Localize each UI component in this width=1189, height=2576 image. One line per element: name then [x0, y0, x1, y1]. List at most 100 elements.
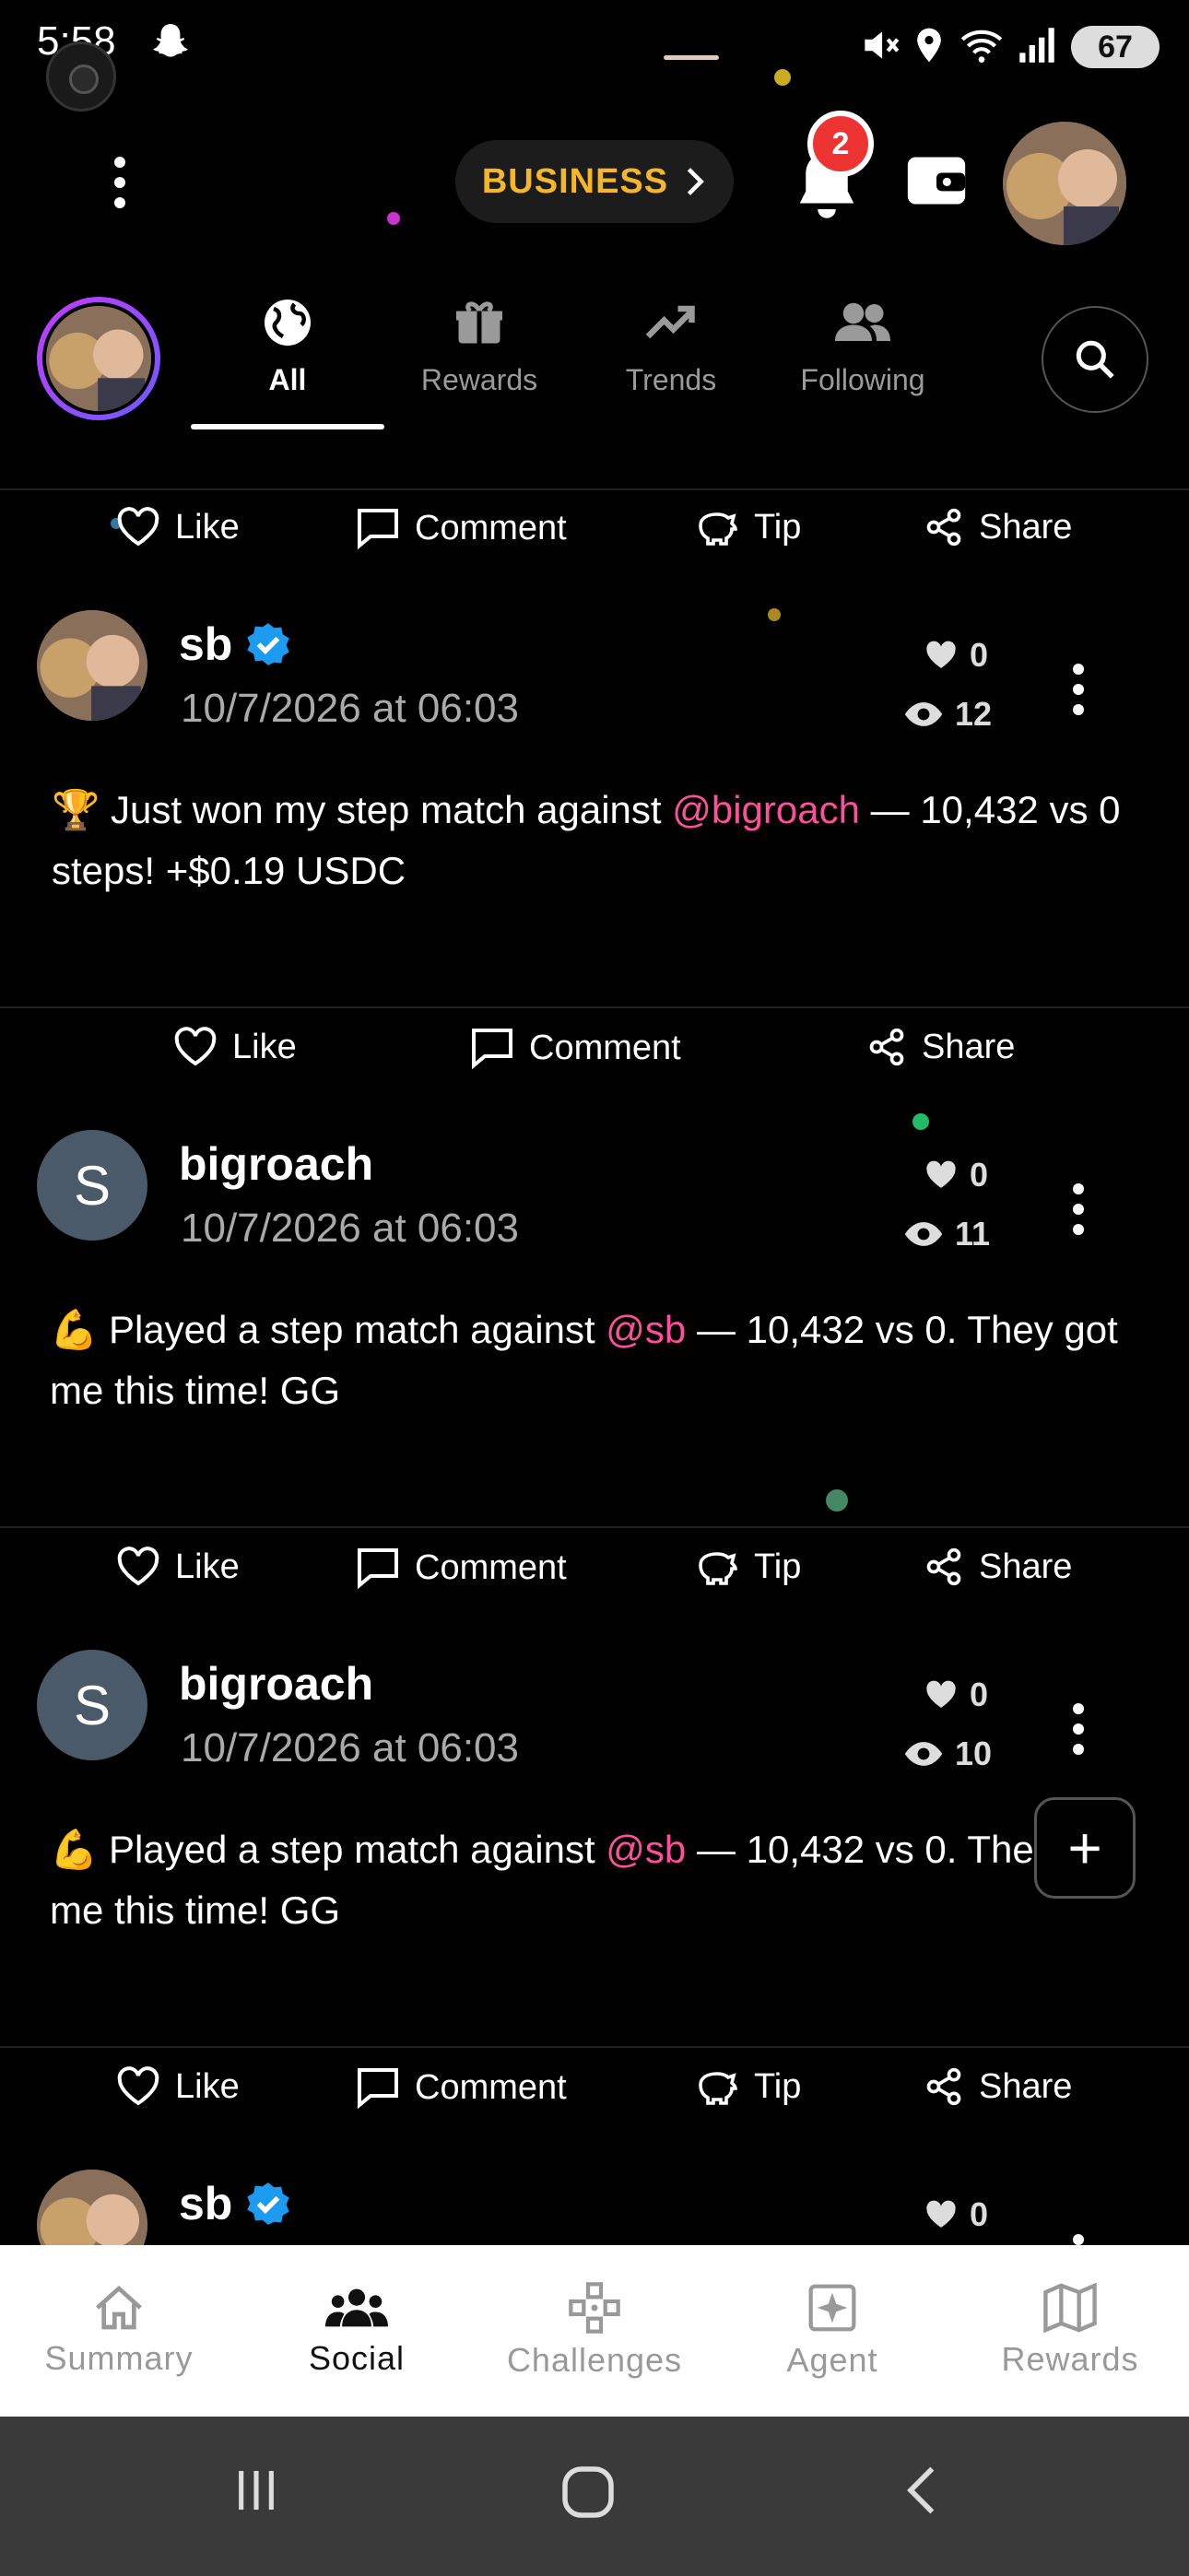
share-button[interactable]: Share [924, 1547, 1072, 1587]
comment-button[interactable]: Comment [356, 2066, 567, 2109]
home-icon [96, 2285, 142, 2330]
mute-icon [857, 22, 903, 68]
post-card[interactable]: sb 0 [0, 2158, 1189, 2245]
post-text: Just won my step match against [100, 788, 673, 831]
like-button[interactable]: Like [116, 1547, 240, 1587]
tip-button[interactable]: Tip [695, 1547, 801, 1587]
piggy-bank-icon [699, 2072, 737, 2105]
globe-icon [265, 300, 311, 346]
story-avatar[interactable] [37, 297, 160, 420]
tip-button[interactable]: Tip [695, 507, 801, 547]
share-button[interactable]: Share [866, 1027, 1015, 1067]
like-label: Like [232, 1027, 297, 1066]
post-menu-button[interactable] [1069, 1183, 1088, 1244]
like-count: 0 [924, 1676, 988, 1714]
post-menu-button[interactable] [1069, 1703, 1088, 1764]
post-card[interactable]: sb 10/7/2026 at 06:03 0 12 🏆 Just won my… [0, 599, 1189, 1005]
share-button[interactable]: Share [924, 2066, 1072, 2107]
share-button[interactable]: Share [924, 507, 1072, 547]
divider [0, 1526, 1189, 1528]
like-button[interactable]: Like [116, 507, 240, 547]
share-icon [926, 2067, 961, 2106]
like-button[interactable]: Like [116, 2066, 240, 2107]
post-username[interactable]: bigroach [179, 1658, 373, 1710]
piggy-bank-icon [699, 512, 737, 546]
business-button[interactable]: BUSINESS [455, 140, 734, 223]
tab-all[interactable]: All [195, 295, 380, 397]
flexed-biceps-icon: 💪 [50, 1828, 99, 1871]
nav-rewards[interactable]: Rewards [951, 2245, 1189, 2417]
back-button[interactable] [898, 2464, 949, 2516]
post-body: 🏆 Just won my step match against @bigroa… [52, 780, 1121, 901]
heart-outline-icon [174, 1027, 217, 1066]
comment-icon [358, 509, 398, 549]
tip-button[interactable]: Tip [695, 2066, 801, 2107]
search-button[interactable] [1042, 306, 1148, 413]
like-button[interactable]: Like [173, 1027, 297, 1067]
tab-label: Following [800, 363, 925, 396]
heart-icon [926, 2200, 956, 2228]
profile-avatar[interactable] [1003, 122, 1126, 245]
heart-outline-icon [117, 1547, 159, 1586]
eye-icon [904, 1222, 943, 1246]
share-icon [869, 1028, 904, 1066]
post-date: 10/7/2026 at 06:03 [181, 686, 519, 731]
comment-button[interactable]: Comment [356, 1547, 567, 1589]
post-username[interactable]: sb [179, 618, 232, 671]
nav-social[interactable]: Social [238, 2245, 476, 2417]
divider [0, 1006, 1189, 1008]
snapchat-icon [147, 20, 194, 66]
nav-agent[interactable]: Agent [713, 2245, 951, 2417]
post-username[interactable]: bigroach [179, 1138, 373, 1190]
heart-icon [926, 1680, 956, 1708]
avatar[interactable]: S [37, 1130, 147, 1241]
comment-button[interactable]: Comment [470, 1027, 681, 1069]
post-text: Played a step match against [98, 1308, 606, 1351]
signal-icon [1014, 22, 1060, 68]
wallet-button[interactable] [905, 151, 968, 210]
post-date: 10/7/2026 at 06:03 [181, 1725, 519, 1770]
comment-label: Comment [415, 2067, 567, 2107]
nav-summary[interactable]: Summary [0, 2245, 238, 2417]
post-card[interactable]: S bigroach 10/7/2026 at 06:03 0 10 💪 Pla… [0, 1639, 1189, 2044]
gamepad-icon [569, 2282, 620, 2334]
gift-icon [456, 301, 502, 344]
tab-trends[interactable]: Trends [579, 295, 763, 397]
share-label: Share [922, 1027, 1016, 1066]
post-date: 10/7/2026 at 06:03 [181, 1206, 519, 1251]
view-count: 12 [903, 695, 992, 734]
post-card[interactable]: S bigroach 10/7/2026 at 06:03 0 11 💪 Pla… [0, 1119, 1189, 1524]
post-username[interactable]: sb [179, 2177, 232, 2230]
view-count-value: 12 [955, 695, 993, 733]
comment-button[interactable]: Comment [356, 507, 567, 549]
share-icon [926, 1547, 961, 1586]
avatar[interactable]: S [37, 1650, 147, 1760]
share-label: Share [979, 2066, 1073, 2106]
business-label: BUSINESS [481, 161, 669, 201]
avatar[interactable] [37, 610, 147, 721]
nav-challenges[interactable]: Challenges [476, 2245, 713, 2417]
tab-label: Rewards [420, 363, 538, 396]
recent-apps-button[interactable] [230, 2464, 282, 2516]
nav-label: Challenges [506, 2341, 683, 2379]
eye-icon [904, 702, 943, 726]
flexed-biceps-icon: 💪 [50, 1308, 99, 1351]
group-icon [325, 2288, 388, 2327]
home-button[interactable] [560, 2464, 616, 2520]
sparkle-icon [808, 2284, 856, 2332]
post-text: Played a step match against [98, 1828, 606, 1871]
tab-following[interactable]: Following [771, 295, 955, 397]
like-count-value: 0 [970, 1676, 989, 1713]
tab-rewards[interactable]: Rewards [387, 295, 571, 397]
divider [0, 2046, 1189, 2048]
tip-label: Tip [754, 2066, 802, 2106]
post-menu-button[interactable] [1069, 2234, 1088, 2245]
post-menu-button[interactable] [1069, 664, 1088, 724]
mention-link[interactable]: @bigroach [672, 788, 860, 831]
avatar[interactable] [37, 2170, 147, 2245]
more-menu-button[interactable] [111, 157, 129, 218]
mention-link[interactable]: @sb [606, 1308, 686, 1351]
create-post-button[interactable]: + [1034, 1797, 1136, 1899]
mention-link[interactable]: @sb [606, 1828, 686, 1871]
nav-label: Social [308, 2339, 406, 2377]
